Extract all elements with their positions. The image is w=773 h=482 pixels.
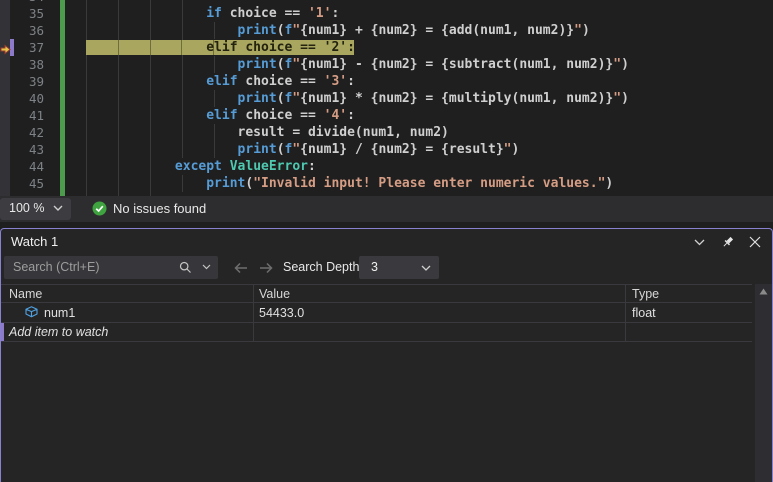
code-text: print(f"{num1} - {num2} = {subtract(num1… (237, 57, 629, 72)
code-text: elif choice == '2': (81, 40, 355, 55)
watch-row[interactable]: num1 54433.0 float (1, 303, 752, 323)
issues-message: No issues found (113, 201, 207, 216)
code-text: print("Invalid input! Please enter numer… (206, 176, 614, 191)
watch-toolbar: Search (Ctrl+E) Search Depth: 3 (1, 254, 772, 284)
pin-button[interactable] (718, 233, 736, 251)
vertical-scrollbar[interactable] (755, 284, 772, 482)
code-line[interactable]: 40 print(f"{num1} * {num2} = {multiply(n… (0, 90, 773, 107)
code-line[interactable]: 45 print("Invalid input! Please enter nu… (0, 175, 773, 192)
code-editor[interactable]: 3435 if choice == '1':36 print(f"{num1} … (0, 0, 773, 196)
code-text: print(f"{num1} + {num2} = {add(num1, num… (237, 23, 590, 38)
line-number: 44 (28, 159, 44, 174)
search-forward-button[interactable] (257, 260, 275, 276)
code-line[interactable]: 35 if choice == '1': (0, 5, 773, 22)
add-watch-row[interactable]: Add item to watch (1, 323, 752, 342)
check-circle-icon (92, 201, 107, 216)
code-line[interactable]: 39 elif choice == '3': (0, 73, 773, 90)
column-header-name[interactable]: Name (1, 285, 254, 302)
editor-status-bar: 100 % No issues found (0, 196, 773, 222)
pin-icon (723, 236, 733, 246)
issues-indicator[interactable]: No issues found (92, 200, 206, 218)
chevron-down-icon (53, 205, 63, 211)
watch-title: Watch 1 (11, 234, 59, 249)
chevron-down-icon (421, 265, 431, 271)
line-number: 42 (28, 125, 44, 140)
search-options-chevron-icon[interactable] (202, 264, 211, 270)
window-menu-button[interactable] (690, 233, 708, 251)
search-back-button[interactable] (232, 260, 250, 276)
code-text: if choice == '1': (206, 6, 340, 21)
debugger-window: 3435 if choice == '1':36 print(f"{num1} … (0, 0, 773, 482)
code-text: elif choice == '3': (206, 74, 355, 89)
code-text: print(f"{num1} * {num2} = {multiply(num1… (237, 91, 629, 106)
code-text: except ValueError: (174, 159, 316, 174)
zoom-level: 100 % (9, 201, 45, 215)
watch-type-cell: float (632, 306, 656, 320)
watch-title-bar: Watch 1 (1, 229, 772, 254)
line-number: 43 (28, 142, 44, 157)
code-line[interactable]: 38 print(f"{num1} - {num2} = {subtract(n… (0, 56, 773, 73)
code-text: print(f"{num1} / {num2} = {result}") (237, 142, 520, 157)
search-depth-label: Search Depth: (283, 260, 363, 274)
line-number: 45 (28, 176, 44, 191)
variable-icon (25, 306, 44, 320)
search-depth-dropdown[interactable]: 3 (359, 256, 439, 279)
code-line[interactable]: 42 result = divide(num1, num2) (0, 124, 773, 141)
add-item-label: Add item to watch (9, 325, 109, 339)
code-line[interactable]: 36 print(f"{num1} + {num2} = {add(num1, … (0, 22, 773, 39)
scroll-up-arrow-icon[interactable] (759, 288, 768, 295)
line-number: 40 (28, 91, 44, 106)
column-header-type[interactable]: Type (626, 285, 752, 302)
search-icon (179, 261, 191, 273)
code-line[interactable]: 44 except ValueError: (0, 158, 773, 175)
line-number: 36 (28, 23, 44, 38)
watch-rows: num1 54433.0 float (1, 303, 772, 323)
current-statement-arrow-icon[interactable] (0, 42, 11, 60)
code-line[interactable]: 37 elif choice == '2': (0, 39, 773, 56)
column-header-value[interactable]: Value (254, 285, 626, 302)
close-icon (749, 236, 761, 248)
search-input[interactable]: Search (Ctrl+E) (4, 256, 218, 279)
watch-name-cell[interactable]: num1 (1, 303, 254, 322)
code-text: result = divide(num1, num2) (81, 125, 449, 140)
line-number: 41 (28, 108, 44, 123)
line-number: 35 (28, 6, 44, 21)
code-lines: 3435 if choice == '1':36 print(f"{num1} … (0, 0, 773, 192)
code-text: elif choice == '4': (206, 108, 355, 123)
close-button[interactable] (746, 233, 764, 251)
search-placeholder: Search (Ctrl+E) (13, 260, 100, 274)
watch-value-cell[interactable]: 54433.0 (254, 303, 626, 322)
line-number: 39 (28, 74, 44, 89)
zoom-dropdown[interactable]: 100 % (0, 198, 71, 220)
watch-panel: Watch 1 Search (Ctrl+E) Search Depth: 3 … (0, 228, 773, 482)
code-line[interactable]: 43 print(f"{num1} / {num2} = {result}") (0, 141, 773, 158)
search-depth-value: 3 (371, 260, 378, 274)
code-line[interactable]: 41 elif choice == '4': (0, 107, 773, 124)
table-header-row: Name Value Type (1, 284, 752, 303)
chevron-down-icon (694, 239, 704, 245)
watch-table: Name Value Type num1 54433.0 float Add ite… (1, 284, 772, 342)
